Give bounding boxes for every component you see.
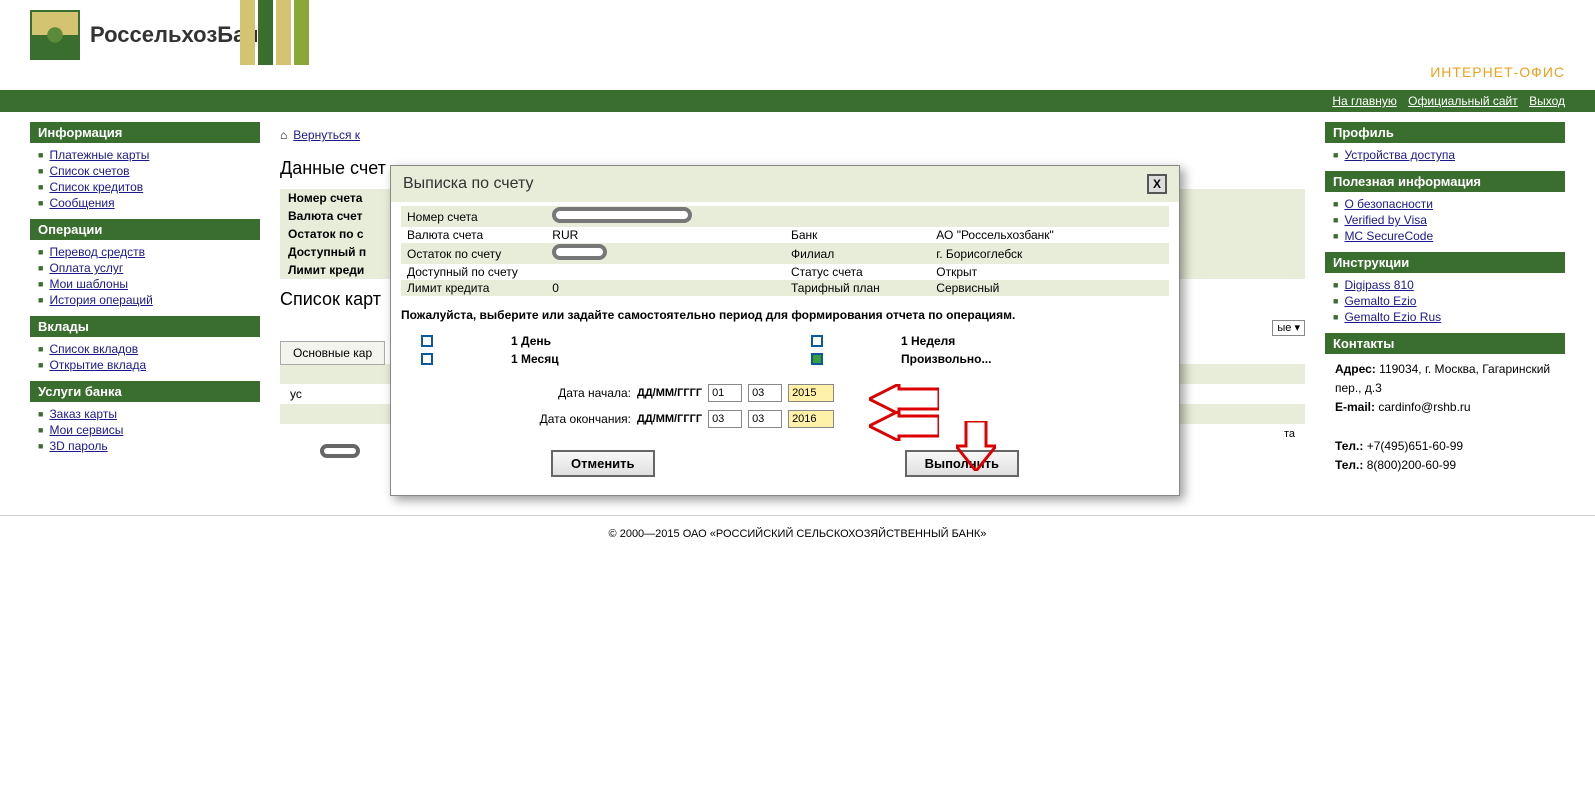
breadcrumb-back[interactable]: Вернуться к	[293, 128, 360, 142]
date-end-month[interactable]	[748, 410, 782, 428]
brand-sub: ИНТЕРНЕТ-ОФИС	[90, 64, 1565, 80]
annotation-arrow-icon	[869, 384, 939, 414]
link-security[interactable]: О безопасности	[1344, 197, 1433, 211]
right-sidebar: Профиль Устройства доступа Полезная инфо…	[1325, 122, 1565, 485]
link-gemalto[interactable]: Gemalto Ezio	[1344, 294, 1416, 308]
nav-site[interactable]: Официальный сайт	[1408, 94, 1518, 108]
link-my-services[interactable]: Мои сервисы	[49, 423, 123, 437]
panel-deps-title: Вклады	[30, 316, 260, 337]
redacted	[552, 244, 607, 260]
footer: © 2000—2015 ОАО «РОССИЙСКИЙ СЕЛЬСКОХОЗЯЙ…	[0, 515, 1595, 552]
link-devices[interactable]: Устройства доступа	[1344, 148, 1455, 162]
link-dep-list[interactable]: Список вкладов	[49, 342, 138, 356]
panel-ops-title: Операции	[30, 219, 260, 240]
panel-info-title: Информация	[30, 122, 260, 143]
link-vbv[interactable]: Verified by Visa	[1344, 213, 1427, 227]
logo-icon	[30, 10, 80, 60]
breadcrumb: Вернуться к	[280, 122, 1305, 148]
modal-prompt: Пожалуйста, выберите или задайте самосто…	[401, 308, 1169, 322]
cancel-button[interactable]: Отменить	[551, 450, 655, 477]
link-cards[interactable]: Платежные карты	[49, 148, 149, 162]
link-messages[interactable]: Сообщения	[49, 196, 114, 210]
checkbox-custom[interactable]	[811, 353, 823, 365]
link-transfer[interactable]: Перевод средств	[49, 245, 145, 259]
panel-instr-title: Инструкции	[1325, 252, 1565, 273]
top-nav: На главную Официальный сайт Выход	[0, 90, 1595, 112]
annotation-arrow-icon	[869, 411, 939, 441]
checkbox-day[interactable]	[421, 335, 433, 347]
close-icon[interactable]: X	[1147, 174, 1167, 194]
link-templates[interactable]: Мои шаблоны	[49, 277, 128, 291]
link-dep-open[interactable]: Открытие вклада	[49, 358, 146, 372]
link-3d-pwd[interactable]: 3D пароль	[49, 439, 107, 453]
link-digipass[interactable]: Digipass 810	[1344, 278, 1413, 292]
panel-useful-title: Полезная информация	[1325, 171, 1565, 192]
tab-main-cards[interactable]: Основные кар	[280, 341, 385, 365]
nav-home[interactable]: На главную	[1332, 94, 1396, 108]
checkbox-month[interactable]	[421, 353, 433, 365]
annotation-arrow-icon	[956, 421, 996, 471]
date-start-day[interactable]	[708, 384, 742, 402]
link-pay[interactable]: Оплата услуг	[49, 261, 123, 275]
link-gemalto-rus[interactable]: Gemalto Ezio Rus	[1344, 310, 1441, 324]
date-start-label: Дата начала:	[521, 386, 631, 400]
panel-svc-title: Услуги банка	[30, 381, 260, 402]
redacted	[552, 207, 692, 223]
date-end-label: Дата окончания:	[521, 412, 631, 426]
date-start-year[interactable]	[788, 384, 834, 402]
panel-contacts-title: Контакты	[1325, 333, 1565, 354]
decor-stripes	[240, 0, 320, 65]
filter-select[interactable]: ые ▾	[1272, 320, 1305, 336]
redacted	[320, 444, 360, 458]
link-accounts[interactable]: Список счетов	[49, 164, 129, 178]
link-history[interactable]: История операций	[49, 293, 152, 307]
account-details: Номер счета Валюта счетаRUR БанкАО "Росс…	[401, 206, 1169, 296]
checkbox-week[interactable]	[811, 335, 823, 347]
link-mc[interactable]: MC SecureCode	[1344, 229, 1433, 243]
contacts-body: Адрес: 119034, г. Москва, Гагаринский пе…	[1325, 354, 1565, 481]
link-credits[interactable]: Список кредитов	[49, 180, 143, 194]
left-sidebar: Информация Платежные карты Список счетов…	[30, 122, 260, 485]
date-end-day[interactable]	[708, 410, 742, 428]
date-end-year[interactable]	[788, 410, 834, 428]
statement-modal: Выписка по счету X Номер счета Валюта сч…	[390, 165, 1180, 496]
nav-exit[interactable]: Выход	[1529, 94, 1565, 108]
date-start-month[interactable]	[748, 384, 782, 402]
panel-profile-title: Профиль	[1325, 122, 1565, 143]
link-order-card[interactable]: Заказ карты	[49, 407, 117, 421]
modal-title: Выписка по счету	[403, 175, 534, 193]
